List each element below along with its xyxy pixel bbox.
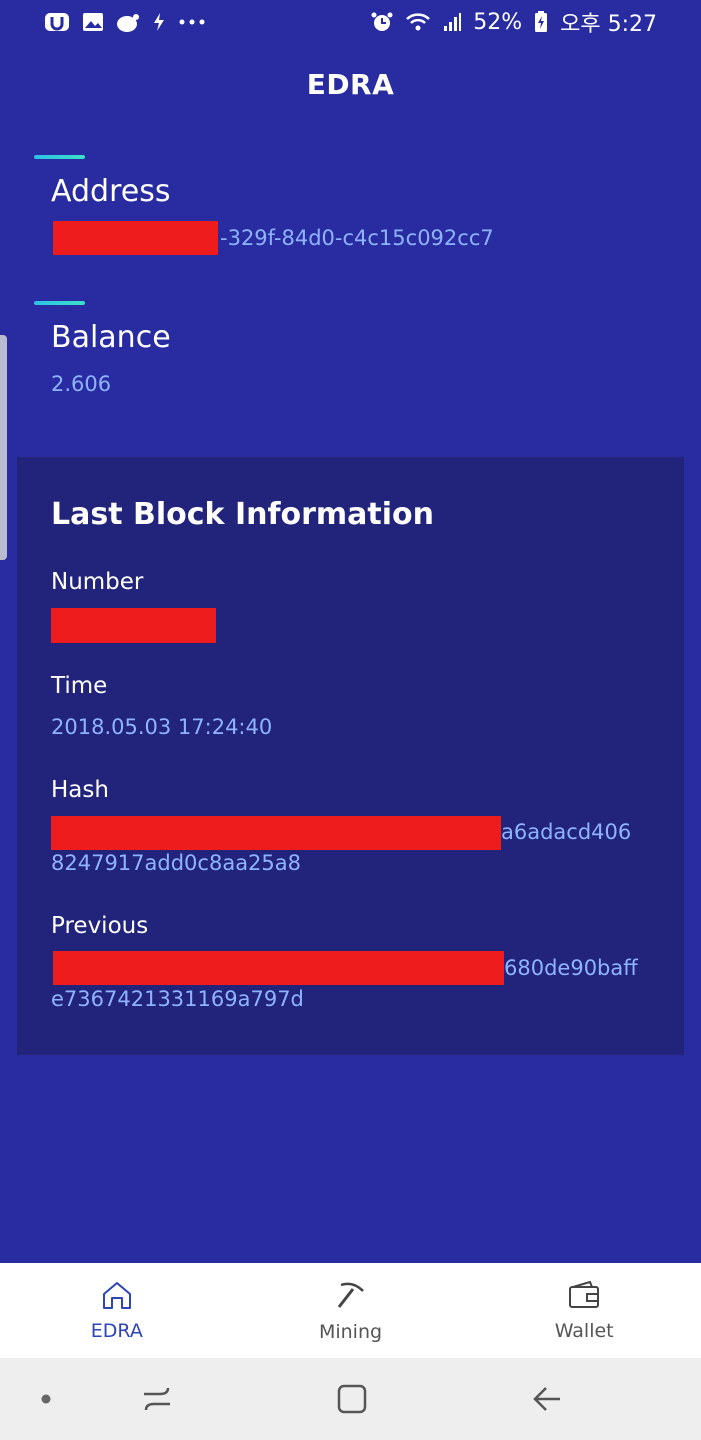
wallet-icon xyxy=(568,1280,600,1314)
battery-percent: 52% xyxy=(473,9,523,35)
nav-label-edra: EDRA xyxy=(90,1319,143,1342)
address-label: Address xyxy=(51,174,171,209)
previous-value-line1: 680de90baff xyxy=(504,956,638,980)
u-app-icon xyxy=(44,11,70,33)
number-redaction xyxy=(51,608,216,643)
page-title: EDRA xyxy=(306,68,395,101)
status-right-icons: 52% 오후 5:27 xyxy=(371,6,657,38)
balance-accent-bar xyxy=(34,301,85,305)
nav-item-wallet[interactable]: Wallet xyxy=(467,1263,701,1358)
flash-icon xyxy=(152,12,166,32)
status-left-icons xyxy=(44,11,206,33)
nav-item-mining[interactable]: Mining xyxy=(234,1263,468,1358)
pickaxe-icon xyxy=(335,1279,367,1315)
previous-value-line2: e7367421331169a797d xyxy=(51,987,304,1011)
address-redaction xyxy=(53,221,218,255)
hash-label: Hash xyxy=(51,777,109,803)
hash-value-line1: a6adacd406 xyxy=(501,820,632,844)
nav-label-wallet: Wallet xyxy=(554,1319,614,1342)
wifi-icon xyxy=(405,12,431,32)
bottom-navigation: EDRA Mining Wallet xyxy=(0,1263,701,1358)
address-value: -329f-84d0-c4c15c092cc7 xyxy=(220,226,494,250)
status-bar: 52% 오후 5:27 xyxy=(0,0,701,44)
gallery-icon xyxy=(82,12,104,32)
home-square-icon[interactable] xyxy=(335,1382,369,1416)
edge-panel-handle[interactable] xyxy=(0,335,7,560)
time-value: 2018.05.03 17:24:40 xyxy=(51,715,273,739)
recents-icon[interactable] xyxy=(140,1382,174,1416)
balance-label: Balance xyxy=(51,320,171,355)
time-label: Time xyxy=(51,673,108,699)
nav-label-mining: Mining xyxy=(318,1320,383,1343)
home-icon xyxy=(101,1280,133,1314)
signal-icon xyxy=(443,12,462,32)
card-title: Last Block Information xyxy=(51,497,435,532)
previous-redaction xyxy=(53,951,504,985)
last-block-card: Last Block Information Number Time 2018.… xyxy=(17,457,684,1055)
address-accent-bar xyxy=(34,155,85,159)
back-icon[interactable] xyxy=(530,1382,564,1416)
number-label: Number xyxy=(51,569,144,595)
cup-icon xyxy=(116,11,140,33)
system-navigation-bar xyxy=(0,1358,701,1440)
nav-item-edra[interactable]: EDRA xyxy=(0,1263,234,1358)
balance-value: 2.606 xyxy=(51,372,112,396)
previous-label: Previous xyxy=(51,913,149,939)
dot-icon[interactable] xyxy=(40,1393,52,1405)
hash-redaction xyxy=(51,816,501,850)
more-dots-icon xyxy=(178,18,206,26)
hash-value-line2: 8247917add0c8aa25a8 xyxy=(51,851,302,875)
alarm-icon xyxy=(371,11,393,33)
status-time: 오후 5:27 xyxy=(560,12,657,37)
battery-icon xyxy=(534,11,548,33)
